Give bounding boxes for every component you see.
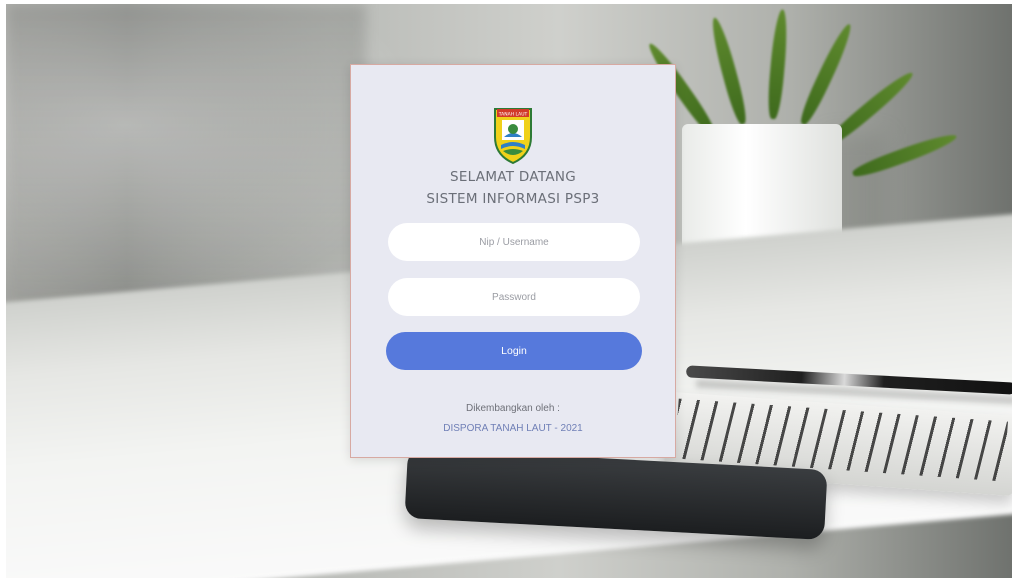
password-input[interactable] bbox=[388, 278, 640, 316]
login-button[interactable]: Login bbox=[386, 332, 642, 370]
regency-logo-icon: TANAH LAUT bbox=[494, 108, 532, 165]
logo-banner-text: TANAH LAUT bbox=[498, 112, 528, 118]
welcome-title-line1: SELAMAT DATANG bbox=[449, 169, 577, 185]
username-input[interactable] bbox=[388, 223, 640, 261]
login-card: TANAH LAUT SELAMAT DATANG SISTEM INFORMA… bbox=[350, 64, 676, 458]
developer-link[interactable]: DISPORA TANAH LAUT - 2021 bbox=[351, 423, 675, 434]
developed-by-label: Dikembangkan oleh : bbox=[466, 403, 560, 414]
welcome-title-line2: SISTEM INFORMASI PSP3 bbox=[426, 191, 600, 207]
login-page: TANAH LAUT SELAMAT DATANG SISTEM INFORMA… bbox=[0, 0, 1016, 583]
